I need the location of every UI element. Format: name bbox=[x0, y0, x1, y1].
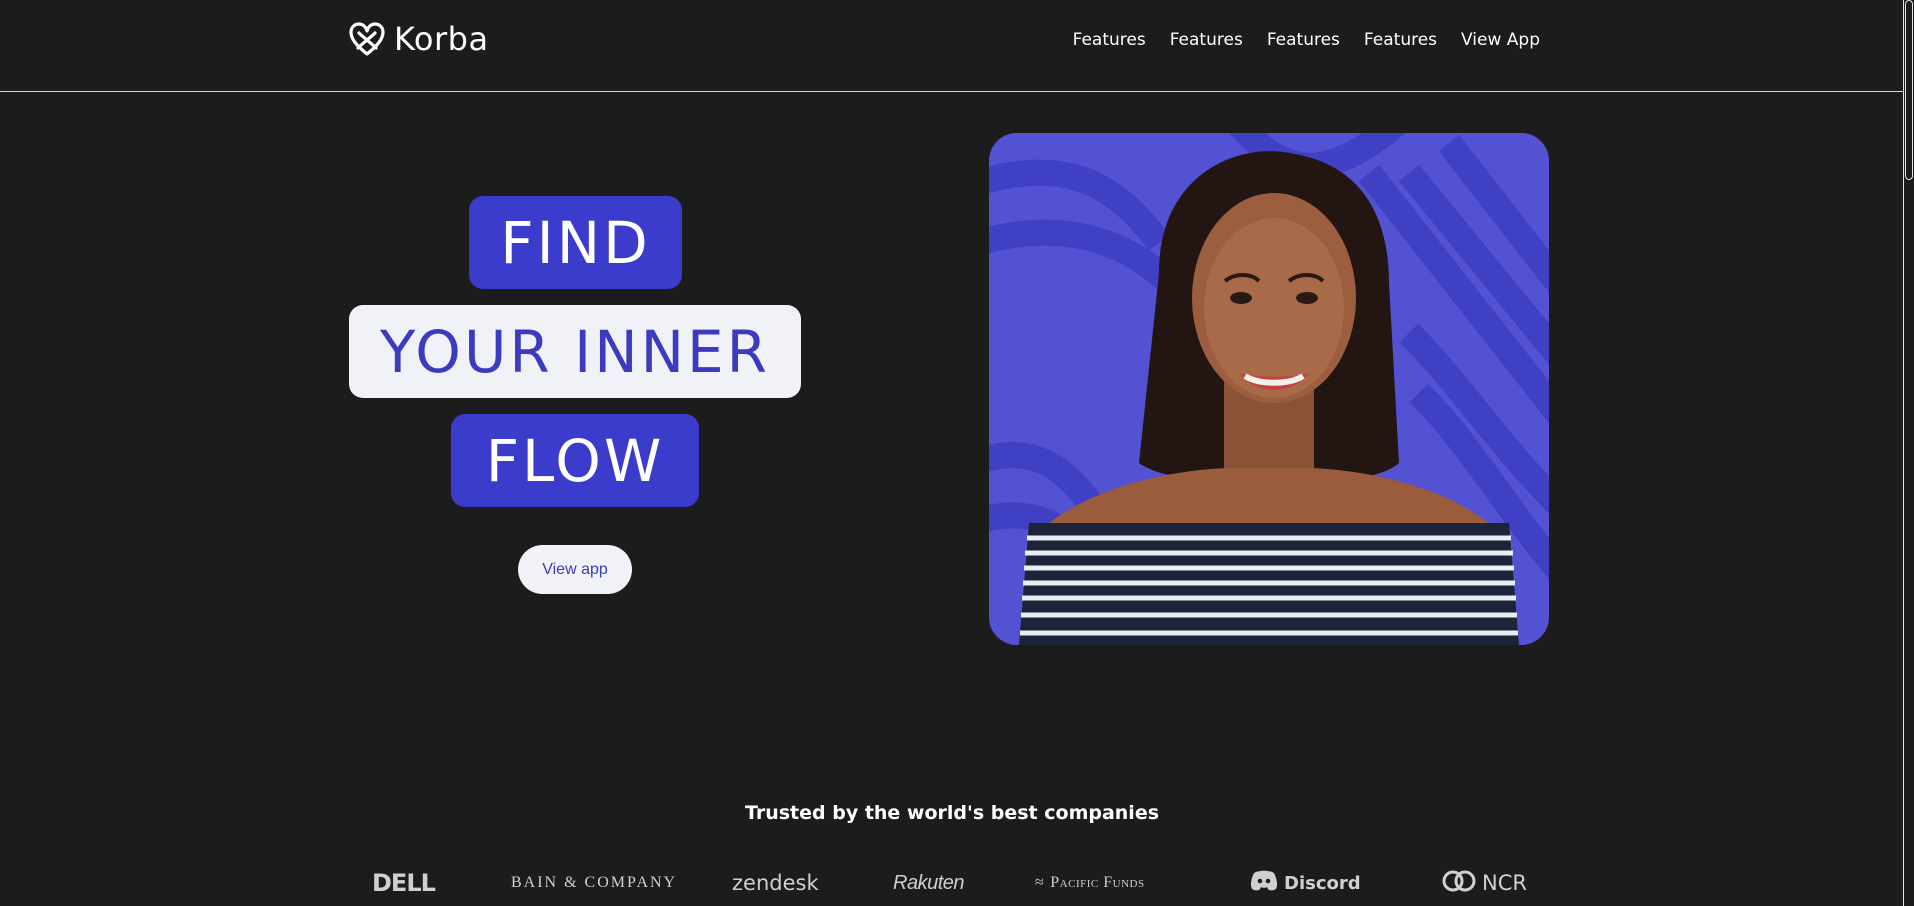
landing-page: Korba Features Features Features Feature… bbox=[0, 0, 1904, 906]
nav-link-features-4[interactable]: Features bbox=[1364, 30, 1437, 50]
company-logos: DELL BAIN & COMPANY zendesk Rakuten ≈ Pa… bbox=[372, 866, 1532, 900]
ncr-mark-icon bbox=[1442, 868, 1476, 899]
discord-icon bbox=[1250, 870, 1278, 897]
company-logo-discord: Discord bbox=[1250, 866, 1361, 900]
company-logo-pacific-funds: ≈ Pacific Funds bbox=[1035, 866, 1145, 900]
site-header: Korba Features Features Features Feature… bbox=[0, 0, 1904, 92]
company-logo-bain: BAIN & COMPANY bbox=[511, 874, 678, 891]
main-nav: Features Features Features Features View… bbox=[1073, 30, 1540, 50]
company-logo-dell: DELL bbox=[372, 869, 436, 897]
brand-name: Korba bbox=[394, 20, 489, 58]
view-app-button[interactable]: View app bbox=[518, 545, 632, 594]
scrollbar-thumb[interactable] bbox=[1905, 0, 1913, 180]
trusted-heading: Trusted by the world's best companies bbox=[744, 802, 1160, 824]
hero-headline-line-2: YOUR INNER bbox=[349, 305, 801, 398]
company-logo-rakuten: Rakuten bbox=[893, 871, 965, 894]
pacific-funds-wave-icon: ≈ bbox=[1035, 874, 1045, 891]
nav-link-features-3[interactable]: Features bbox=[1267, 30, 1340, 50]
hero-headline-line-1: FIND bbox=[469, 196, 682, 289]
company-logo-ncr: NCR bbox=[1442, 866, 1527, 900]
page-scrollbar[interactable] bbox=[1903, 0, 1914, 906]
nav-link-features-1[interactable]: Features bbox=[1073, 30, 1146, 50]
nav-link-view-app[interactable]: View App bbox=[1461, 30, 1540, 50]
company-logo-ncr-label: NCR bbox=[1482, 871, 1527, 895]
company-logo-zendesk: zendesk bbox=[732, 871, 819, 895]
heart-logo-icon bbox=[349, 22, 385, 56]
nav-link-features-2[interactable]: Features bbox=[1170, 30, 1243, 50]
hero-headline-line-3: FLOW bbox=[451, 414, 699, 507]
hero-portrait-image bbox=[989, 133, 1549, 645]
company-logo-discord-label: Discord bbox=[1284, 872, 1361, 894]
company-logo-pacific-funds-label: Pacific Funds bbox=[1050, 874, 1145, 891]
brand-logo[interactable]: Korba bbox=[348, 20, 489, 58]
